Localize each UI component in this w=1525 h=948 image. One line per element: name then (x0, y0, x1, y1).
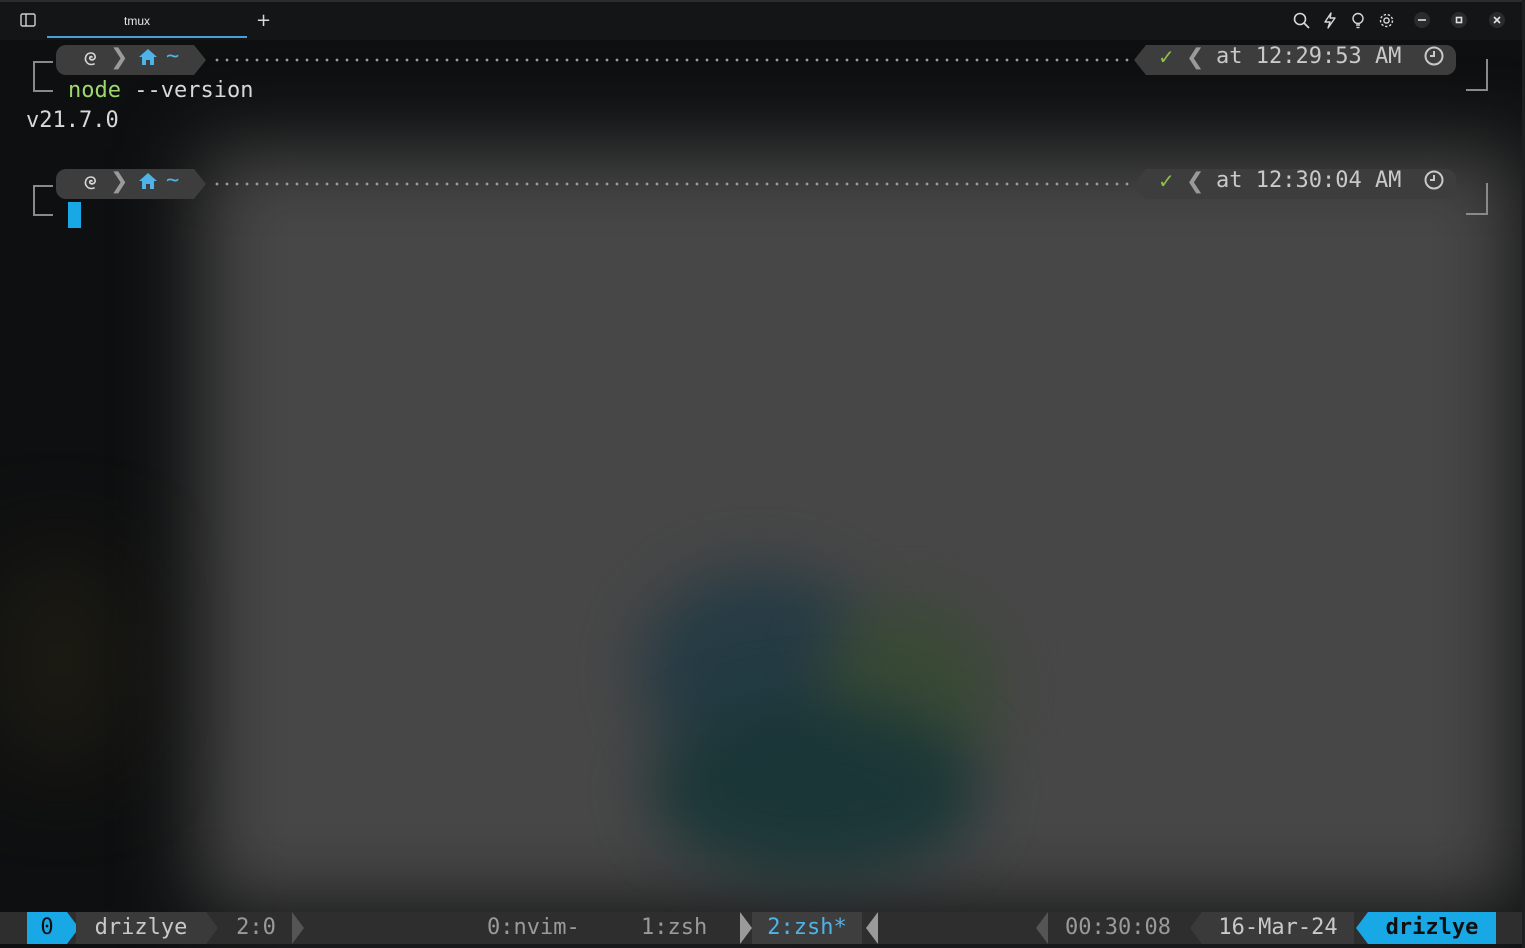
prompt-filler (212, 45, 1132, 75)
plus-icon[interactable]: + (256, 10, 271, 31)
tab-tmux[interactable]: tmux (47, 4, 247, 38)
status-separator (1356, 912, 1368, 944)
status-separator (292, 912, 304, 944)
debian-icon (80, 172, 102, 199)
current-directory: ~ (166, 168, 180, 193)
status-ok: ✓ (1158, 45, 1175, 69)
prompt-line-2: ❯ ~ ✓ ❮ at 12:30:04 AM (0, 168, 1525, 215)
status-separator (1190, 912, 1202, 944)
prompt-time: at 12:30:04 AM (1216, 168, 1402, 193)
chevron-left-icon: ❮ (1186, 169, 1205, 194)
home-icon (138, 171, 158, 196)
tmux-status-bar: 0 drizlye 2:0 0:nvim- 1:zsh 2:zsh* 00:30… (0, 912, 1525, 944)
window-titlebar: tmux + (0, 0, 1525, 40)
blurred-wallpaper (0, 0, 1525, 948)
prompt-bracket-right (1466, 183, 1488, 215)
chevron-right-icon: ❯ (110, 45, 129, 70)
status-separator (740, 912, 752, 944)
tmux-user: drizlye (76, 912, 206, 944)
prompt-arrow (1134, 45, 1146, 75)
active-tab-indicator (47, 36, 247, 38)
home-icon (138, 47, 158, 72)
chevron-left-icon: ❮ (1186, 45, 1205, 70)
terminal-cursor[interactable] (68, 202, 81, 228)
search-icon[interactable] (1293, 12, 1310, 33)
tmux-pane-index: 2:0 (222, 912, 290, 944)
tmux-uptime: 00:30:08 (1048, 912, 1188, 944)
lightning-icon[interactable] (1322, 12, 1338, 33)
prompt-filler (212, 169, 1132, 199)
prompt-arrow (194, 169, 206, 199)
prompt-arrow (1134, 169, 1146, 199)
prompt-bracket-left-bottom (33, 200, 53, 216)
debian-icon (80, 48, 102, 75)
minimize-icon[interactable] (1414, 12, 1430, 32)
tab-label: tmux (123, 14, 150, 28)
prompt-arrow (194, 45, 206, 75)
status-separator (1036, 912, 1048, 944)
tmux-date: 16-Mar-24 (1202, 912, 1354, 944)
prompt-bracket-left (33, 185, 53, 201)
tmux-window-2-active[interactable]: 2:zsh* (752, 912, 862, 944)
prompt-time: at 12:29:53 AM (1216, 44, 1402, 69)
command-name: node (68, 78, 121, 103)
tmux-window-0[interactable]: 0:nvim- (487, 912, 580, 944)
prompt-bracket-left-bottom (33, 76, 53, 92)
gear-icon[interactable] (1378, 12, 1395, 33)
sidebar-toggle-icon[interactable] (20, 13, 36, 31)
clock-icon (1424, 46, 1444, 71)
maximize-icon[interactable] (1451, 12, 1467, 32)
lightbulb-icon[interactable] (1350, 12, 1366, 33)
tmux-hostname: drizlye (1368, 912, 1496, 944)
close-icon[interactable] (1489, 12, 1505, 32)
command-line: node --version (68, 78, 253, 103)
clock-icon (1424, 170, 1444, 195)
current-directory: ~ (166, 44, 180, 69)
prompt-line-1: ❯ ~ ✓ ❮ at 12:29:53 AM (0, 44, 1525, 91)
prompt-bracket-right (1466, 59, 1488, 91)
status-separator (866, 912, 878, 944)
command-args: --version (120, 78, 254, 103)
status-ok: ✓ (1158, 169, 1175, 193)
tmux-session-index: 0 (27, 912, 67, 944)
command-output: v21.7.0 (26, 108, 119, 133)
status-separator (206, 912, 218, 944)
prompt-bracket-left (33, 61, 53, 77)
tmux-window-1[interactable]: 1:zsh (641, 912, 707, 944)
chevron-right-icon: ❯ (110, 169, 129, 194)
